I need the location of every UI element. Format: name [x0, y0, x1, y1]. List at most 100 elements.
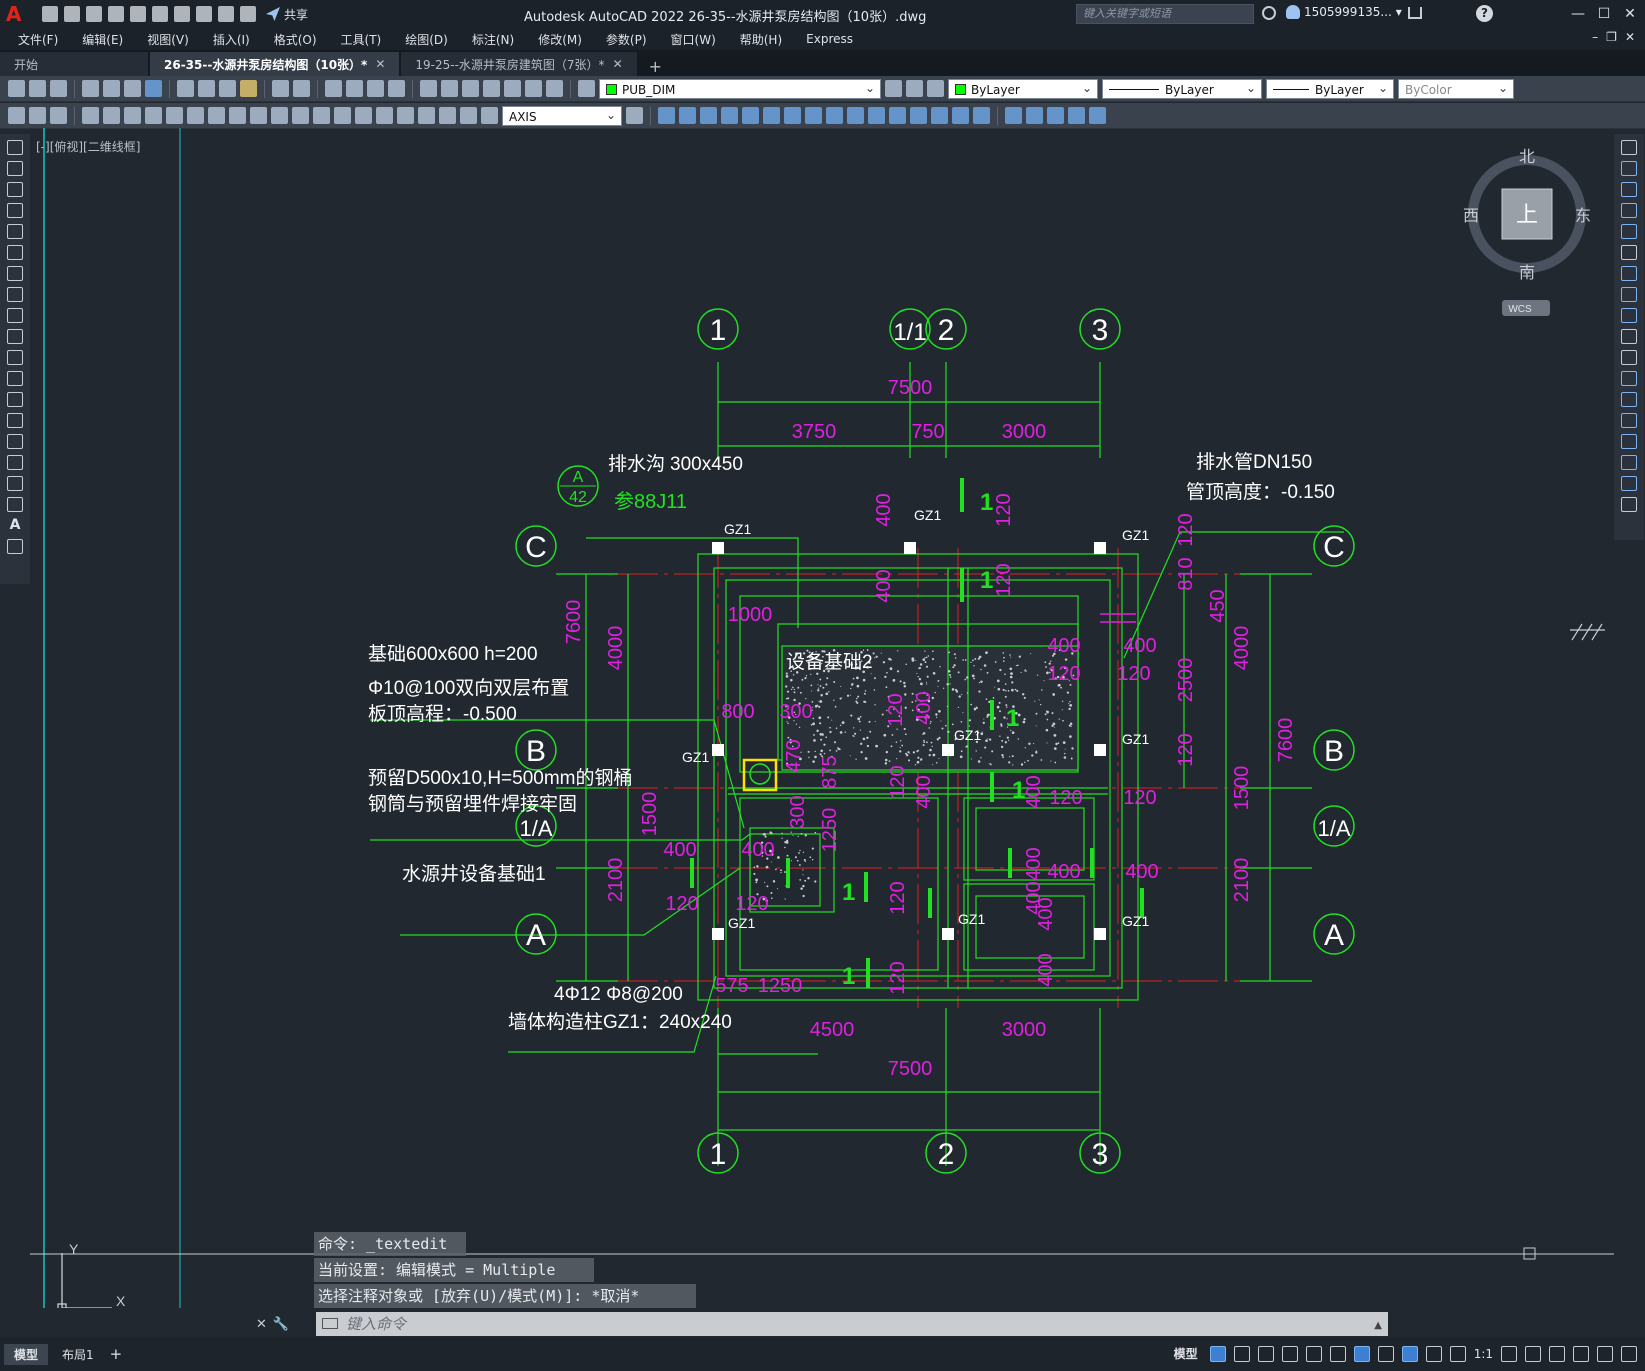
arc-icon[interactable] — [7, 245, 23, 260]
properties-icon[interactable] — [420, 80, 437, 97]
units-icon[interactable] — [1549, 1345, 1565, 1362]
tab-start[interactable]: 开始 — [0, 52, 148, 76]
autocad-logo-icon[interactable]: A — [6, 3, 28, 25]
dim-text-edit-icon[interactable] — [460, 107, 477, 124]
new-icon[interactable] — [8, 80, 25, 97]
quickcalc-icon[interactable] — [525, 80, 542, 97]
menu-parametric[interactable]: 参数(P) — [606, 31, 659, 48]
explode-icon[interactable] — [1621, 497, 1637, 512]
menu-dimension[interactable]: 标注(N) — [472, 31, 526, 48]
command-input[interactable]: 键入命令 ▲ — [316, 1312, 1388, 1336]
dim-update-icon[interactable] — [481, 107, 498, 124]
undo-icon[interactable] — [272, 80, 289, 97]
customization-menu-icon[interactable] — [1621, 1345, 1637, 1362]
new-tab-icon[interactable]: + — [639, 57, 672, 76]
menu-view[interactable]: 视图(V) — [147, 31, 201, 48]
diameter-dim-icon[interactable] — [208, 107, 225, 124]
undo-icon[interactable] — [196, 6, 212, 22]
inspection-icon[interactable] — [397, 107, 414, 124]
markup-icon[interactable] — [504, 80, 521, 97]
offset-icon[interactable] — [721, 107, 738, 124]
angular-dim-icon[interactable] — [229, 107, 246, 124]
revision-cloud-icon[interactable] — [7, 287, 23, 302]
viewcube-north[interactable]: 北 — [1519, 148, 1535, 166]
extend-icon[interactable] — [868, 107, 885, 124]
viewcube-east[interactable]: 东 — [1575, 207, 1591, 225]
center-mark-icon[interactable] — [376, 107, 393, 124]
erase-icon[interactable] — [1621, 140, 1637, 155]
stretch-icon[interactable] — [826, 107, 843, 124]
scale-icon[interactable] — [1621, 287, 1637, 302]
annotation-visibility-icon[interactable] — [1401, 1345, 1418, 1362]
cart-icon[interactable] — [1408, 7, 1422, 19]
save-as-icon[interactable] — [108, 6, 124, 22]
dim-space-icon[interactable] — [313, 107, 330, 124]
chamfer-icon[interactable] — [1621, 434, 1637, 449]
circle-icon[interactable] — [7, 266, 23, 281]
offset-icon[interactable] — [1621, 203, 1637, 218]
break-icon[interactable] — [889, 107, 906, 124]
rotate-icon[interactable] — [784, 107, 801, 124]
fillet-icon[interactable] — [952, 107, 969, 124]
print-preview-icon[interactable] — [103, 80, 120, 97]
print-icon[interactable] — [82, 80, 99, 97]
account-menu[interactable]: 1505999135... ▾ — [1286, 5, 1402, 19]
redo-icon[interactable] — [293, 80, 310, 97]
polar-icon[interactable] — [1281, 1345, 1298, 1362]
annotation-scale-value[interactable]: 1:1 — [1474, 1347, 1493, 1361]
command-prompt-icon[interactable] — [322, 1318, 338, 1329]
quick-dim-icon[interactable] — [250, 107, 267, 124]
make-block-icon[interactable] — [7, 392, 23, 407]
customize-qat-icon[interactable] — [240, 6, 256, 22]
array-icon[interactable] — [742, 107, 759, 124]
linetype-dropdown[interactable]: ByLayer — [1102, 78, 1262, 99]
publish-icon[interactable] — [124, 80, 141, 97]
ortho-icon[interactable] — [1257, 1345, 1274, 1362]
share-button[interactable]: 共享 — [266, 6, 308, 23]
search-icon[interactable] — [1262, 6, 1276, 20]
save-icon[interactable] — [50, 80, 67, 97]
drawing-canvas[interactable]: 上 北 南 东 西 WCS Y X 1 1/1 2 3 1 2 3 C B 1/… — [30, 128, 1614, 1308]
spline-icon[interactable] — [7, 308, 23, 323]
auto-scale-icon[interactable] — [1425, 1345, 1442, 1362]
move-icon[interactable] — [763, 107, 780, 124]
zoom-window-icon[interactable] — [367, 80, 384, 97]
insert-block-icon[interactable] — [7, 371, 23, 386]
linear-dim-icon[interactable] — [82, 107, 99, 124]
paste-icon[interactable] — [219, 80, 236, 97]
menu-help[interactable]: 帮助(H) — [740, 31, 794, 48]
explode-icon[interactable] — [973, 107, 990, 124]
dim-edit-icon[interactable] — [439, 107, 456, 124]
break-at-point-icon[interactable] — [1621, 371, 1637, 386]
menu-edit[interactable]: 编辑(E) — [82, 31, 135, 48]
tab-layout1[interactable]: 布局1 — [52, 1344, 104, 1365]
open-file-icon[interactable] — [64, 6, 80, 22]
layer-state-icon[interactable] — [927, 80, 944, 97]
menu-format[interactable]: 格式(O) — [274, 31, 329, 48]
trim-icon[interactable] — [1621, 329, 1637, 344]
join-icon[interactable] — [910, 107, 927, 124]
save-web-icon[interactable] — [152, 6, 168, 22]
doc-restore-icon[interactable]: ❐ — [1606, 30, 1617, 44]
zoom-realtime-icon[interactable] — [346, 80, 363, 97]
table-icon[interactable] — [7, 497, 23, 512]
help-icon[interactable]: ? — [1476, 5, 1493, 22]
close-icon[interactable]: ✕ — [1620, 4, 1640, 24]
3d-print-icon[interactable] — [145, 80, 162, 97]
minimize-icon[interactable]: — — [1568, 4, 1588, 24]
mirror-icon[interactable] — [1621, 182, 1637, 197]
move-icon[interactable] — [1621, 245, 1637, 260]
ordinate-dim-icon[interactable] — [145, 107, 162, 124]
doc-minimize-icon[interactable]: – — [1592, 30, 1598, 44]
rectangle-icon[interactable] — [7, 224, 23, 239]
help-icon[interactable] — [546, 80, 563, 97]
trim-icon[interactable] — [847, 107, 864, 124]
line-icon[interactable] — [7, 140, 23, 155]
blend-icon[interactable] — [1621, 476, 1637, 491]
menu-file[interactable]: 文件(F) — [18, 31, 70, 48]
jogged-linear-icon[interactable] — [418, 107, 435, 124]
viewcube[interactable]: 上 北 南 东 西 WCS — [1463, 148, 1591, 316]
snap-icon[interactable] — [1233, 1345, 1250, 1362]
polygon-icon[interactable] — [7, 203, 23, 218]
expand-history-icon[interactable]: ▲ — [1374, 1314, 1382, 1338]
